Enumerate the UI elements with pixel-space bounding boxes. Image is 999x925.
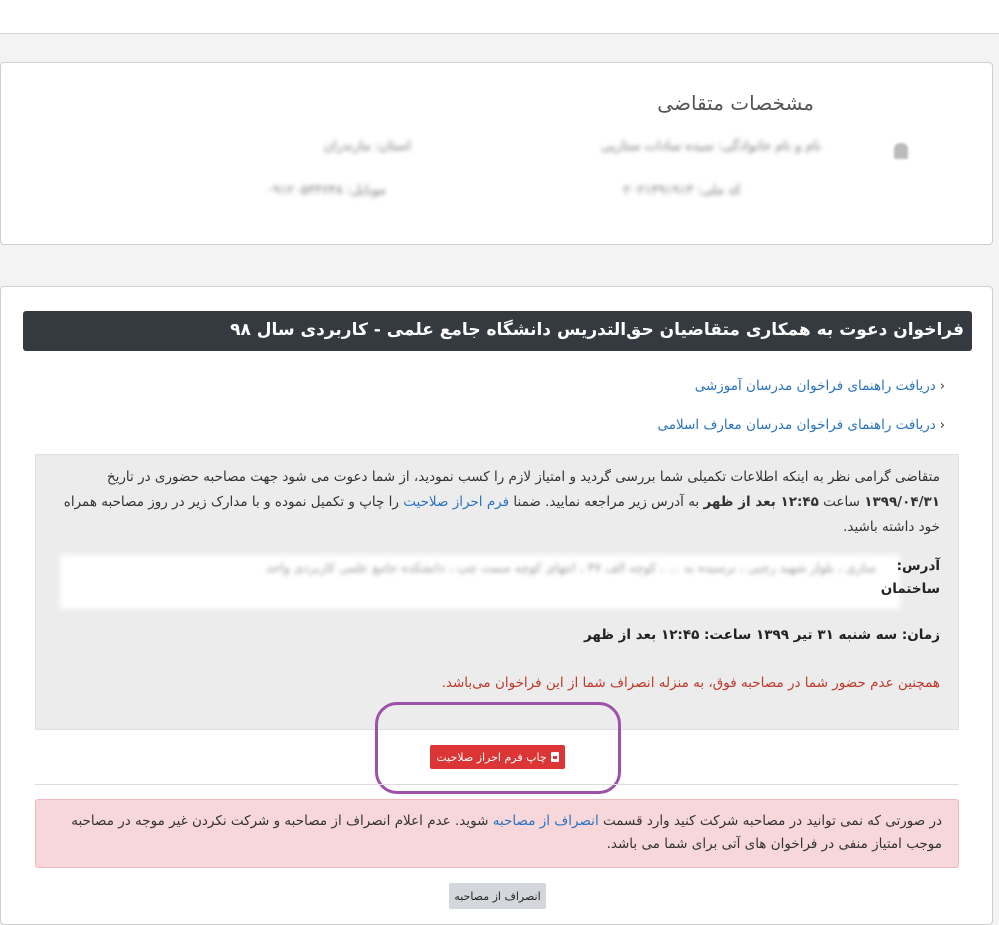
- chevron-left-icon: ‹: [939, 379, 945, 394]
- guide-link-islamic[interactable]: ‹دریافت راهنمای فراخوان مدرسان معارف اسل…: [657, 417, 945, 433]
- interview-time: ۱۲:۴۵ بعد از ظهر: [703, 494, 819, 510]
- divider: [35, 784, 959, 785]
- profile-province: استان: مازندران: [323, 139, 411, 154]
- absence-warning: همچنین عدم حضور شما در مصاحبه فوق، به من…: [441, 675, 940, 691]
- profile-details-blurred: نام و نام خانوادگی: سیده سادات ستاریی اس…: [241, 129, 941, 221]
- address-blurred: ساری ، بلوار شهید رجبی ، نرسیده به ... ،…: [265, 560, 876, 575]
- interview-paragraph: متقاضی گرامی نظر به اینکه اطلاعات تکمیلی…: [63, 469, 940, 535]
- withdraw-alert: در صورتی که نمی توانید در مصاحبه شرکت کن…: [35, 799, 959, 868]
- interview-info-box: متقاضی گرامی نظر به اینکه اطلاعات تکمیلی…: [35, 454, 959, 730]
- print-eligibility-form-button[interactable]: چاپ فرم احراز صلاحیت: [430, 745, 565, 769]
- profile-mobile: موبایل: ۰۹۱۲۰۵۳۳۶۴۸: [265, 183, 386, 198]
- interview-time-line: زمان: سه شنبه ۳۱ تیر ۱۳۹۹ ساعت: ۱۲:۴۵ بع…: [583, 627, 940, 643]
- address-label: آدرس:: [896, 558, 940, 574]
- withdraw-link[interactable]: انصراف از مصاحبه: [493, 813, 599, 829]
- user-icon: [894, 143, 908, 159]
- profile-card: مشخصات متقاضی نام و نام خانوادگی: سیده س…: [0, 62, 993, 245]
- profile-name: نام و نام خانوادگی: سیده سادات ستاریی: [601, 139, 821, 154]
- chevron-left-icon: ‹: [939, 418, 945, 433]
- guide-link-educational[interactable]: ‹دریافت راهنمای فراخوان مدرسان آموزشی: [695, 378, 945, 394]
- eligibility-form-link[interactable]: فرم احراز صلاحیت: [403, 494, 509, 510]
- withdraw-interview-button[interactable]: انصراف از مصاحبه: [449, 883, 546, 909]
- pdf-icon: [550, 752, 559, 762]
- address-building-label: ساختمان: [880, 581, 940, 597]
- profile-title: مشخصات متقاضی: [657, 91, 814, 115]
- invitation-title: فراخوان دعوت به همکاری متقاضیان حق‌التدر…: [23, 311, 972, 351]
- interview-date: ۱۳۹۹/۰۴/۳۱: [864, 494, 940, 510]
- top-navbar: [0, 0, 999, 34]
- invitation-card: فراخوان دعوت به همکاری متقاضیان حق‌التدر…: [0, 286, 993, 925]
- profile-national-code: کد ملی: ۲۰۲۱۳۹۱۹۱۳: [623, 183, 741, 198]
